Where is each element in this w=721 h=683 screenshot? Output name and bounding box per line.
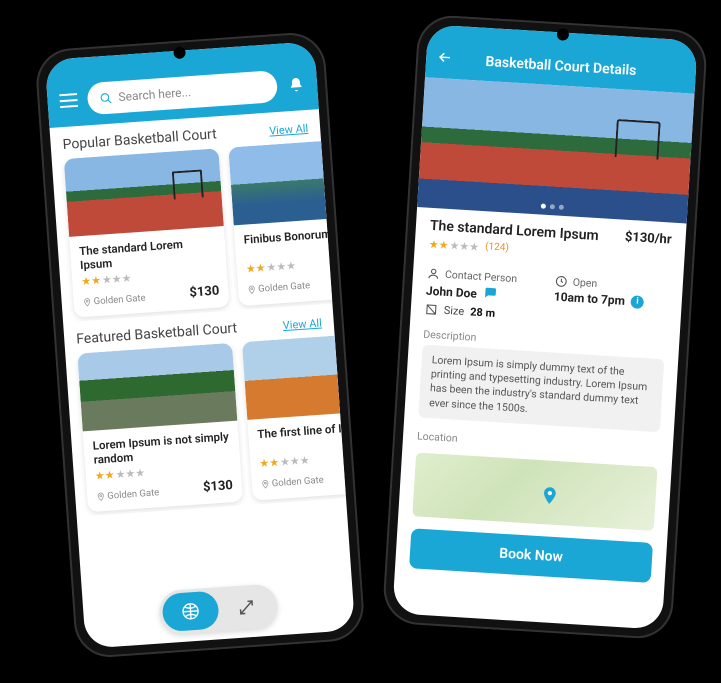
basketball-icon: [180, 601, 201, 622]
page-title: Basketball Court Details: [462, 52, 661, 80]
court-thumbnail: [77, 343, 237, 432]
info-icon[interactable]: i: [631, 295, 645, 309]
court-name: The first line of Ipsum: [257, 417, 346, 454]
court-location: Golden Gate: [82, 292, 146, 307]
court-name: Finibus Bonorum Malorum: [243, 223, 332, 260]
court-price: $130/hr: [624, 230, 672, 248]
court-card[interactable]: Lorem Ipsum is not simply random ★★★★★ G…: [77, 343, 243, 512]
pin-icon: [82, 296, 92, 308]
nav-basketball[interactable]: [161, 590, 220, 632]
rating-stars: ★★★★★: [428, 238, 479, 254]
back-icon[interactable]: [436, 49, 455, 69]
court-card[interactable]: Finibus Bonorum Malorum ★★★★★ Golden Gat…: [228, 141, 332, 306]
nav-expand[interactable]: [217, 586, 276, 628]
search-input[interactable]: Search here...: [86, 70, 278, 115]
court-location: Golden Gate: [247, 280, 311, 295]
pin-icon: [260, 478, 270, 490]
court-price: $130: [203, 478, 234, 495]
carousel-dots[interactable]: [541, 204, 564, 210]
court-card[interactable]: The first line of Ipsum ★★★★★ Golden Gat…: [242, 335, 346, 500]
clock-icon: [554, 275, 568, 289]
view-all-link[interactable]: View All: [269, 122, 309, 138]
court-location: Golden Gate: [260, 474, 324, 489]
pin-icon: [96, 490, 106, 502]
search-icon: [99, 91, 113, 105]
description-text: Lorem Ipsum is simply dummy text of the …: [418, 345, 664, 432]
notifications-icon[interactable]: [284, 73, 307, 96]
court-location: Golden Gate: [96, 487, 160, 502]
court-card[interactable]: The standard Lorem Ipsum ★★★★★ Golden Ga…: [64, 148, 230, 317]
menu-icon[interactable]: [57, 89, 80, 112]
popular-list[interactable]: The standard Lorem Ipsum ★★★★★ Golden Ga…: [52, 141, 333, 322]
featured-list[interactable]: Lorem Ipsum is not simply random ★★★★★ G…: [65, 335, 346, 516]
expand-icon: [237, 598, 256, 617]
size-value: 28 m: [470, 305, 496, 319]
view-all-link[interactable]: View All: [282, 316, 322, 332]
phone-home: Search here... Popular Basketball Court …: [34, 31, 366, 660]
court-thumbnail: [242, 335, 346, 419]
chat-icon[interactable]: [482, 285, 497, 303]
court-thumbnail: [64, 148, 224, 237]
hero-image[interactable]: [417, 77, 694, 223]
phone-detail: Basketball Court Details The standard Lo…: [382, 14, 709, 641]
reviews-count: (124): [485, 241, 509, 253]
location-map[interactable]: [412, 452, 657, 531]
map-pin-icon: [539, 483, 561, 512]
pin-icon: [247, 284, 257, 296]
person-icon: [427, 267, 441, 281]
court-thumbnail: [228, 141, 332, 225]
bottom-nav: [158, 583, 279, 635]
book-now-button[interactable]: Book Now: [409, 528, 653, 583]
search-placeholder: Search here...: [118, 85, 191, 104]
court-price: $130: [189, 283, 220, 300]
size-icon: [424, 303, 438, 317]
spacer: [668, 73, 686, 74]
